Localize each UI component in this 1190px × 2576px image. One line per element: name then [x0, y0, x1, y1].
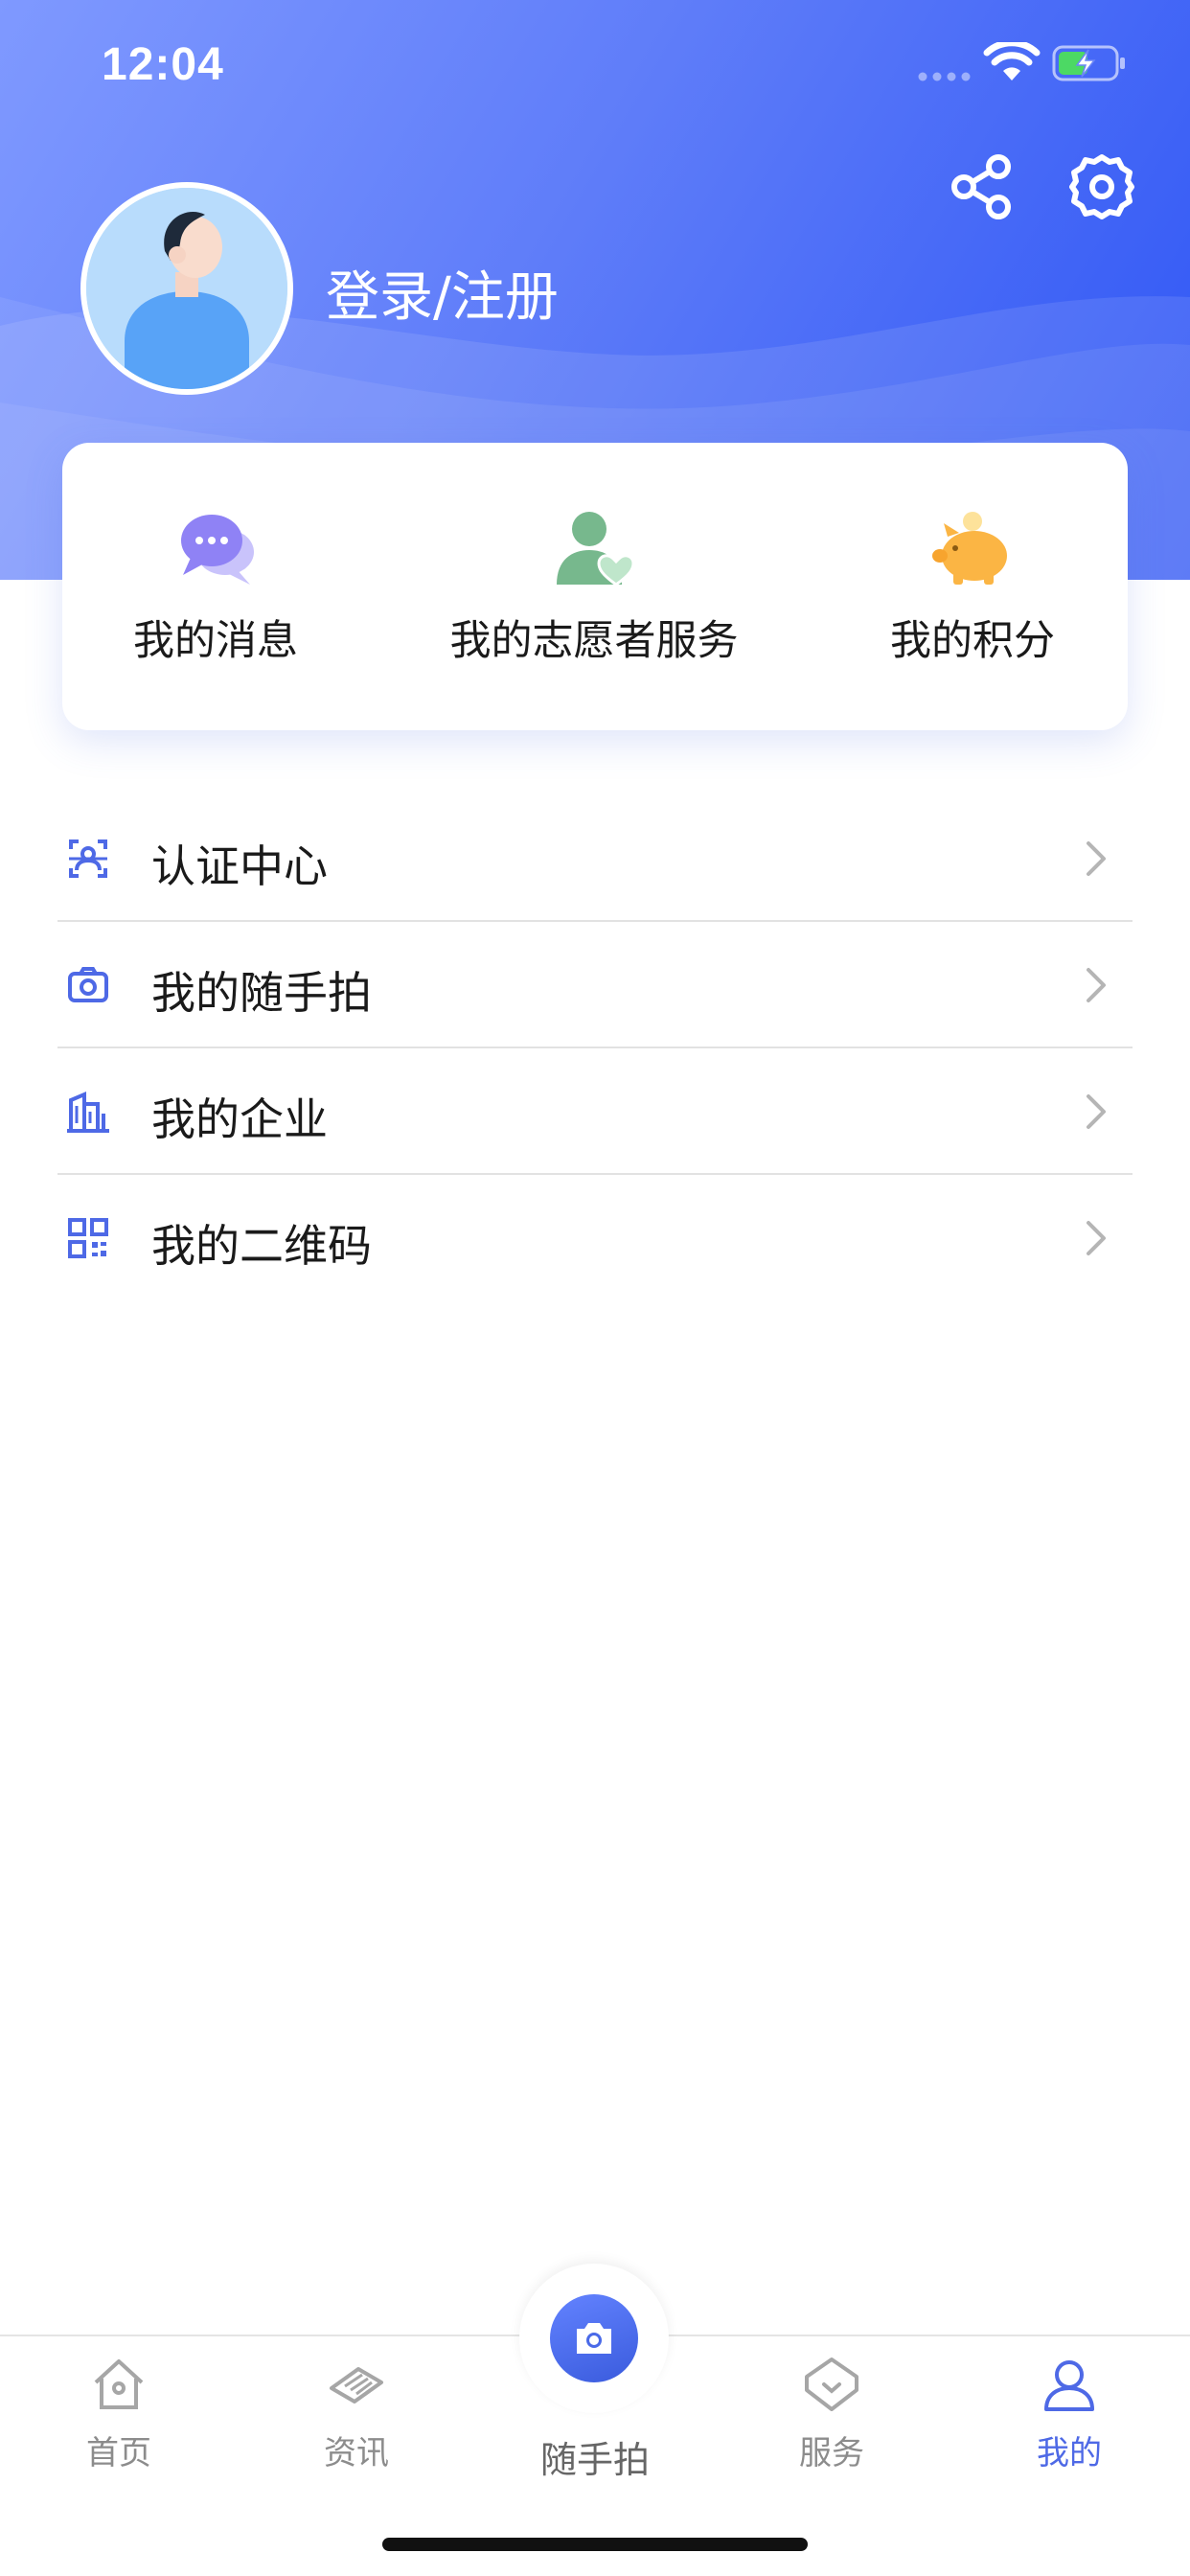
- menu-item-label: 我的二维码: [151, 1220, 372, 1272]
- tab-news[interactable]: 资讯: [238, 2336, 475, 2480]
- menu-item-my-enterprise[interactable]: 我的企业: [57, 1048, 1133, 1175]
- status-time: 12:04: [102, 39, 224, 90]
- chevron-right-icon: [1087, 841, 1106, 876]
- status-bar: 12:04: [0, 0, 1190, 126]
- service-icon: [805, 2358, 858, 2411]
- menu-item-label: 我的企业: [151, 1093, 328, 1145]
- menu-item-label: 认证中心: [151, 840, 328, 892]
- piggy-bank-icon: [932, 512, 1007, 585]
- quick-actions-card: 我的消息 我的志愿者服务 我的积分: [62, 443, 1128, 730]
- tab-label: 随手拍: [539, 2439, 650, 2481]
- camera-button-ring: [519, 2264, 669, 2413]
- wifi-icon: [983, 42, 1041, 80]
- tab-profile[interactable]: 我的: [950, 2336, 1188, 2480]
- chat-bubble-icon: [181, 515, 254, 585]
- news-icon: [330, 2367, 383, 2404]
- volunteer-heart-icon: [557, 512, 635, 586]
- user-avatar-icon: [86, 188, 287, 389]
- home-indicator: [382, 2538, 808, 2551]
- tab-label: 服务: [799, 2434, 864, 2472]
- tab-label: 我的: [1037, 2434, 1102, 2472]
- tab-service[interactable]: 服务: [713, 2336, 950, 2480]
- camera-icon: [577, 2323, 611, 2354]
- login-register-link[interactable]: 登录/注册: [326, 254, 559, 332]
- user-icon: [1044, 2360, 1094, 2411]
- settings-menu: 认证中心 我的随手拍 我的企业 我的二维码: [57, 795, 1133, 1301]
- menu-item-my-qr-code[interactable]: 我的二维码: [57, 1175, 1133, 1301]
- menu-item-label: 我的随手拍: [151, 967, 372, 1019]
- share-icon[interactable]: [949, 153, 1016, 220]
- quick-action-volunteer[interactable]: 我的志愿者服务: [378, 443, 810, 730]
- face-scan-icon: [69, 840, 107, 878]
- building-icon: [67, 1091, 109, 1133]
- battery-charging-icon: [1052, 45, 1125, 81]
- camera-icon: [68, 967, 108, 1002]
- chevron-right-icon: [1087, 1221, 1106, 1255]
- camera-button[interactable]: [550, 2294, 638, 2382]
- chevron-right-icon: [1087, 1094, 1106, 1129]
- quick-action-points[interactable]: 我的积分: [819, 443, 1126, 730]
- tab-label: 资讯: [324, 2434, 389, 2472]
- tab-snapshot[interactable]: 随手拍: [475, 2248, 715, 2488]
- tab-home[interactable]: 首页: [0, 2336, 238, 2480]
- quick-action-label: 我的积分: [890, 617, 1055, 665]
- quick-action-messages[interactable]: 我的消息: [62, 443, 369, 730]
- home-icon: [94, 2359, 144, 2409]
- quick-action-label: 我的志愿者服务: [449, 617, 739, 665]
- gear-icon[interactable]: [1068, 153, 1135, 220]
- menu-item-verification-center[interactable]: 认证中心: [57, 795, 1133, 922]
- quick-action-label: 我的消息: [133, 617, 298, 665]
- qr-code-icon: [68, 1218, 108, 1258]
- avatar[interactable]: [80, 182, 293, 395]
- menu-item-my-snapshots[interactable]: 我的随手拍: [57, 922, 1133, 1048]
- chevron-right-icon: [1087, 968, 1106, 1002]
- signal-icon: [918, 72, 971, 81]
- tab-label: 首页: [86, 2434, 151, 2472]
